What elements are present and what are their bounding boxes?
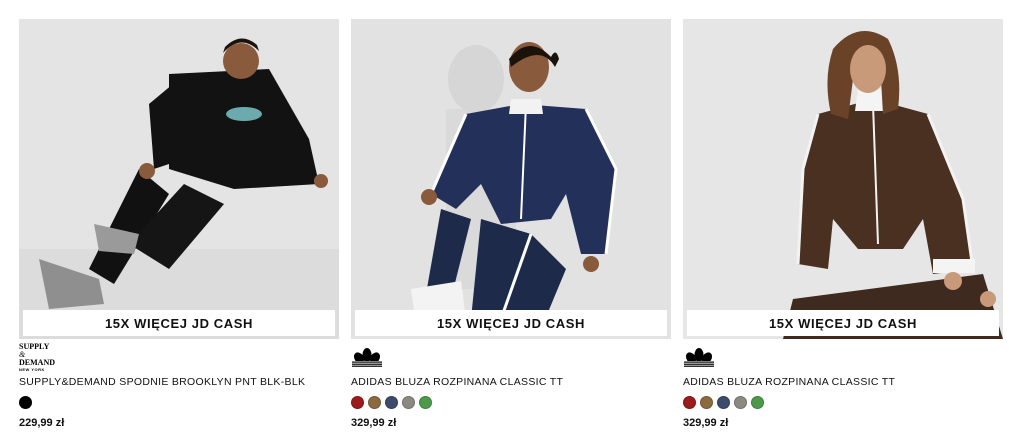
color-swatch[interactable] [368,396,381,409]
product-photo-icon [19,19,339,339]
product-price: 329,99 zł [351,417,397,429]
promo-banner: 15X WIĘCEJ JD CASH [687,310,999,336]
color-swatches [19,396,32,409]
color-swatches [683,396,764,409]
color-swatch[interactable] [19,396,32,409]
product-price: 329,99 zł [683,417,729,429]
product-card[interactable]: 15X WIĘCEJ JD CASH ADIDAS BLUZA ROZPINAN… [351,19,671,439]
color-swatch[interactable] [419,396,432,409]
product-title[interactable]: ADIDAS BLUZA ROZPINANA CLASSIC TT [683,376,1003,388]
product-photo-icon [351,19,671,339]
color-swatch[interactable] [717,396,730,409]
color-swatch[interactable] [751,396,764,409]
product-image[interactable]: 15X WIĘCEJ JD CASH [683,19,1003,339]
color-swatch[interactable] [734,396,747,409]
brand-logo-line2: DEMAND [19,357,55,367]
product-grid: 15X WIĘCEJ JD CASH SUPPLY & DEMAND NEW Y… [19,19,1005,439]
product-title[interactable]: SUPPLY&DEMAND SPODNIE BROOKLYN PNT BLK-B… [19,376,339,388]
product-card[interactable]: 15X WIĘCEJ JD CASH SUPPLY & DEMAND NEW Y… [19,19,339,439]
promo-banner: 15X WIĘCEJ JD CASH [23,310,335,336]
product-image[interactable]: 15X WIĘCEJ JD CASH [19,19,339,339]
brand-logo [683,345,715,369]
adidas-trefoil-icon [684,348,714,367]
adidas-trefoil-icon [352,348,382,367]
color-swatch[interactable] [683,396,696,409]
brand-logo: SUPPLY & DEMAND NEW YORK [19,342,55,372]
promo-banner: 15X WIĘCEJ JD CASH [355,310,667,336]
color-swatch[interactable] [402,396,415,409]
product-title[interactable]: ADIDAS BLUZA ROZPINANA CLASSIC TT [351,376,671,388]
color-swatches [351,396,432,409]
color-swatch[interactable] [700,396,713,409]
brand-logo [351,345,383,369]
product-price: 229,99 zł [19,417,65,429]
product-photo-icon [683,19,1003,339]
brand-logo-line3: NEW YORK [19,366,45,372]
color-swatch[interactable] [385,396,398,409]
supply-demand-logo-icon: SUPPLY & DEMAND NEW YORK [19,342,55,372]
product-card[interactable]: 15X WIĘCEJ JD CASH ADIDAS BLUZA ROZPINAN… [683,19,1003,439]
product-image[interactable]: 15X WIĘCEJ JD CASH [351,19,671,339]
color-swatch[interactable] [351,396,364,409]
